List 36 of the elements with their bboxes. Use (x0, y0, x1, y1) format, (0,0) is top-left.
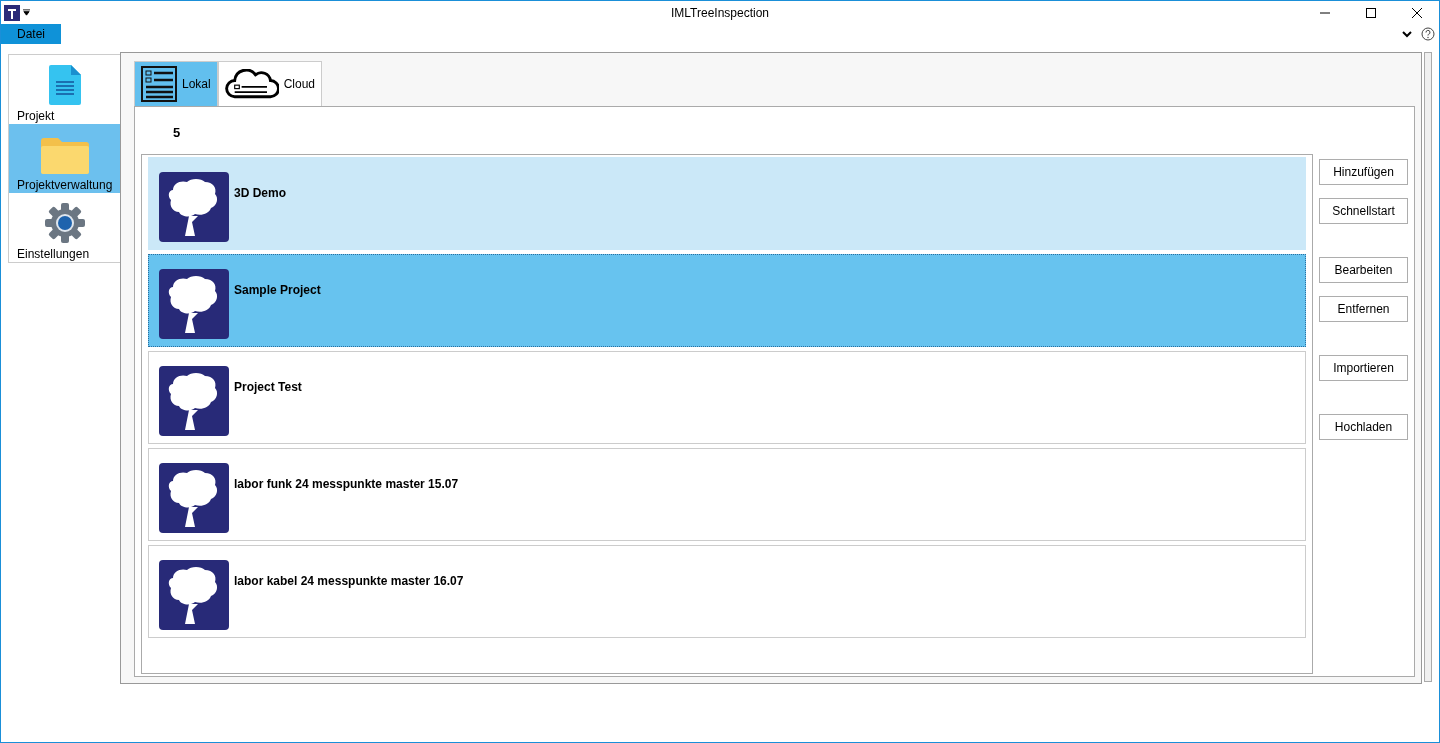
tab[interactable]: Cloud (217, 61, 323, 106)
document-icon (48, 65, 81, 105)
help-icon[interactable] (1421, 27, 1435, 41)
action-button[interactable]: Bearbeiten (1319, 257, 1408, 283)
sidebar-item[interactable]: Projektverwaltung (9, 124, 120, 193)
sidebar-item[interactable]: Projekt (9, 55, 120, 124)
tree-icon (159, 269, 229, 339)
project-item[interactable]: 3D Demo (148, 157, 1306, 250)
tab[interactable]: Lokal (134, 61, 218, 106)
close-icon[interactable] (1411, 6, 1423, 19)
action-button[interactable]: Schnellstart (1319, 198, 1408, 224)
project-item[interactable]: Sample Project (148, 254, 1306, 347)
menu-item[interactable]: Datei (1, 24, 61, 44)
app-icon (4, 4, 20, 21)
gear-icon (44, 203, 85, 243)
action-button[interactable]: Hochladen (1319, 414, 1408, 440)
tree-icon (159, 560, 229, 630)
tree-icon (159, 366, 229, 436)
window-title: IMLTreeInspection (669, 5, 770, 20)
list-icon (141, 66, 177, 102)
project-item[interactable]: labor kabel 24 messpunkte master 16.07 (148, 545, 1306, 638)
project-item[interactable]: labor funk 24 messpunkte master 15.07 (148, 448, 1306, 541)
cloud-icon (224, 69, 279, 99)
project-count: 5 (173, 125, 182, 140)
tree-icon (159, 463, 229, 533)
project-item[interactable]: Project Test (148, 351, 1306, 444)
action-button[interactable]: Importieren (1319, 355, 1408, 381)
tree-icon (159, 172, 229, 242)
sidebar-item[interactable]: Einstellungen (9, 193, 120, 262)
scrollbar[interactable] (1424, 52, 1432, 682)
maximize-icon[interactable] (1365, 6, 1377, 19)
action-button[interactable]: Hinzufügen (1319, 159, 1408, 185)
chevron-down-icon[interactable] (1401, 28, 1413, 40)
action-button[interactable]: Entfernen (1319, 296, 1408, 322)
caret-icon[interactable] (23, 9, 30, 16)
folder-icon (40, 138, 89, 174)
